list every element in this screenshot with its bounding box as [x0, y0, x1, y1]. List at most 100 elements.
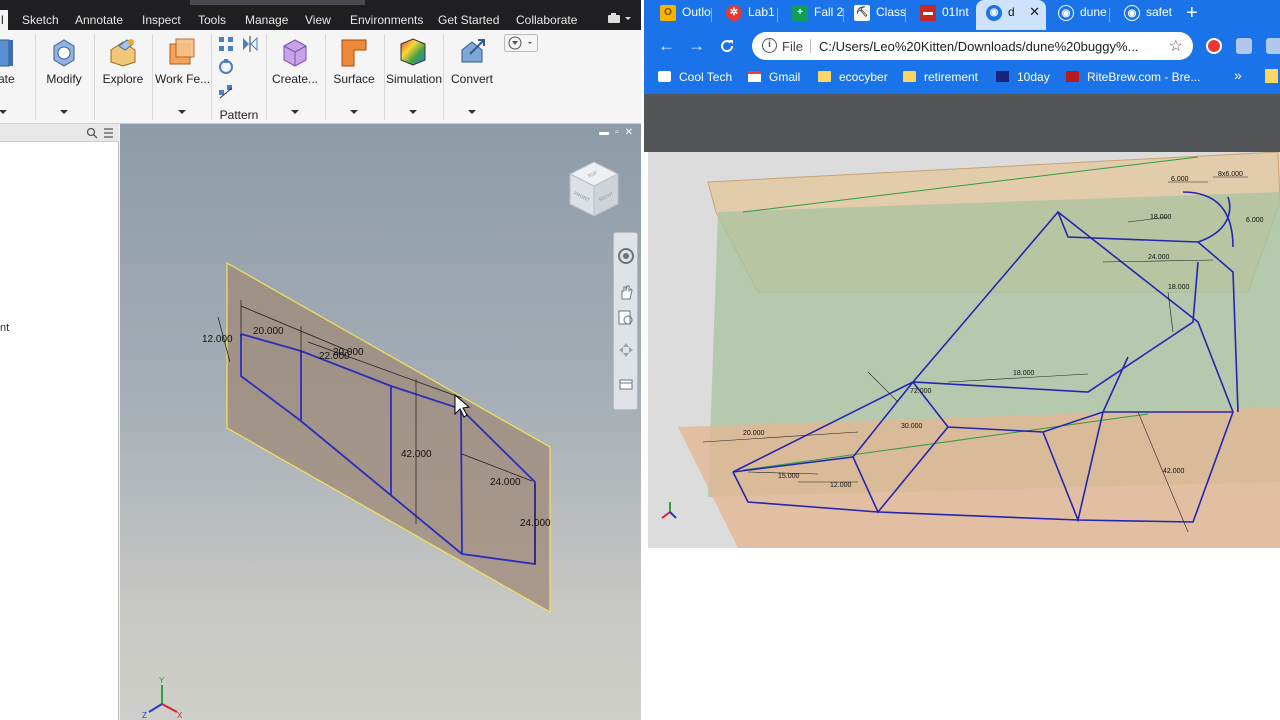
work-features-label: Work Fe...: [155, 72, 211, 86]
url-separator: [810, 39, 811, 53]
camera-icon[interactable]: [607, 12, 621, 24]
ribbon-separator: [35, 34, 36, 120]
browser-tab[interactable]: + Fall 2: [782, 0, 844, 30]
chevron-down-icon[interactable]: [409, 110, 417, 114]
graphics-viewport[interactable]: ▬▫✕ TOP FRONT RIGHT 20.000 12.000 22.000…: [120, 124, 641, 720]
modify-button[interactable]: Modify: [40, 30, 88, 124]
extension-icon[interactable]: [1206, 38, 1222, 54]
sketch-pattern-icon[interactable]: [217, 82, 235, 100]
convert-button[interactable]: Convert: [446, 30, 498, 124]
chevron-down-icon[interactable]: [60, 110, 68, 114]
sketch-canvas[interactable]: 20.000 12.000 22.000 20.000 42.000 24.00…: [120, 124, 641, 720]
bookmark-label: 10day: [1017, 70, 1050, 84]
sketch-dim[interactable]: 20.000: [333, 347, 364, 358]
chevron-down-icon[interactable]: [468, 110, 476, 114]
tab-tools[interactable]: Tools: [198, 13, 226, 27]
drawing-dim: 20.000: [743, 430, 765, 437]
extension-help-icon[interactable]: [1236, 38, 1252, 54]
dune-buggy-drawing[interactable]: 6.000 8x6.000 18.000 6.000 24.000 18.000…: [648, 152, 1280, 548]
circular-pattern-icon[interactable]: [217, 58, 235, 76]
create-extrude-button[interactable]: eate: [0, 30, 24, 124]
svg-text:Y: Y: [159, 676, 165, 685]
rectangular-pattern-icon[interactable]: [217, 35, 235, 53]
tab-favicon-icon: ◉: [986, 5, 1002, 21]
back-arrow-icon[interactable]: ←: [658, 36, 675, 56]
sketch-dim[interactable]: 42.000: [401, 449, 432, 460]
browser-tab[interactable]: ▬ 01Int: [910, 0, 972, 30]
tab-view[interactable]: View: [305, 13, 331, 27]
surface-button[interactable]: Surface: [328, 30, 380, 124]
bookmark-item[interactable]: ecocyber: [818, 70, 888, 84]
tab-favicon-icon: ▬: [920, 5, 936, 21]
drawing-dim: 12.000: [830, 482, 852, 489]
url-scheme: File: [782, 39, 803, 54]
other-bookmarks-folder-icon[interactable]: [1265, 69, 1278, 83]
menu-icon[interactable]: [103, 127, 114, 139]
tab-sketch[interactable]: Sketch: [22, 13, 59, 27]
sketch-dim[interactable]: 20.000: [253, 326, 284, 337]
close-tab-icon[interactable]: ✕: [1029, 4, 1040, 20]
mirror-icon[interactable]: [241, 35, 259, 53]
chevron-down-icon[interactable]: [291, 110, 299, 114]
forward-arrow-icon[interactable]: →: [688, 36, 705, 56]
simulation-button[interactable]: Simulation: [386, 30, 442, 124]
bookmark-star-icon[interactable]: ☆: [1169, 36, 1183, 56]
tab-collaborate[interactable]: Collaborate: [516, 13, 577, 27]
bookmarks-bar: Cool Tech Gmail ecocyber retirement 10da…: [644, 62, 1280, 94]
chevron-down-icon[interactable]: [178, 110, 186, 114]
url-text[interactable]: C:/Users/Leo%20Kitten/Downloads/dune%20b…: [819, 39, 1138, 54]
tab-environments[interactable]: Environments: [350, 13, 423, 27]
tab-favicon-icon: +: [792, 5, 808, 21]
browser-tab[interactable]: ◉ dune: [1048, 0, 1110, 30]
search-icon[interactable]: [86, 127, 98, 139]
tab-get-started[interactable]: Get Started: [438, 13, 499, 27]
browser-tab[interactable]: ◉ safet: [1114, 0, 1176, 30]
bookmark-item[interactable]: retirement: [903, 70, 978, 84]
tab-annotate[interactable]: Annotate: [75, 13, 123, 27]
drawing-dim: 8x6.000: [1218, 171, 1243, 178]
explore-button[interactable]: Explore: [99, 30, 147, 124]
chrome-window: O Outlo ✲ Lab1 + Fall 2 ⛏ Class ▬ 01Int …: [644, 0, 1280, 720]
new-tab-button[interactable]: +: [1186, 2, 1198, 25]
more-bookmarks-button[interactable]: »: [1234, 67, 1242, 83]
chevron-down-icon[interactable]: [350, 110, 358, 114]
model-browser-header: [0, 124, 119, 142]
browser-tab[interactable]: O Outlo: [650, 0, 712, 30]
bookmark-item[interactable]: 10day: [996, 70, 1050, 84]
sketch-dim[interactable]: 24.000: [520, 518, 551, 529]
browser-tab[interactable]: ⛏ Class: [844, 0, 906, 30]
reload-icon[interactable]: [719, 38, 735, 54]
tab-manage[interactable]: Manage: [245, 13, 288, 27]
tab-3d-model[interactable]: l: [1, 13, 4, 27]
browser-tab-active[interactable]: ◉ d ✕: [976, 0, 1046, 30]
info-icon[interactable]: i: [762, 38, 777, 53]
explore-label: Explore: [102, 72, 144, 86]
quick-access-dropdown-icon[interactable]: [504, 34, 538, 52]
drawing-dim: 18.000: [1168, 284, 1190, 291]
bookmark-item[interactable]: Gmail: [748, 70, 800, 84]
bookmark-item[interactable]: Cool Tech: [658, 70, 732, 84]
ribbon-options-icon[interactable]: [624, 12, 632, 24]
chevron-down-icon[interactable]: [0, 110, 7, 114]
address-bar[interactable]: i File C:/Users/Leo%20Kitten/Downloads/d…: [752, 32, 1193, 60]
browser-tree-item[interactable]: nt: [0, 322, 9, 334]
svg-text:X: X: [177, 711, 183, 720]
bookmark-item[interactable]: RiteBrew.com - Bre...: [1066, 70, 1200, 84]
browser-tab[interactable]: ✲ Lab1: [716, 0, 778, 30]
tab-inspect[interactable]: Inspect: [142, 13, 181, 27]
bookmark-label: RiteBrew.com - Bre...: [1087, 70, 1201, 84]
work-features-button[interactable]: Work Fe...: [155, 30, 211, 124]
extension-icon[interactable]: [1266, 38, 1280, 54]
cad-application: l Sketch Annotate Inspect Tools Manage V…: [0, 0, 641, 720]
ribbon-separator: [325, 34, 326, 120]
pdf-viewer[interactable]: 6.000 8x6.000 18.000 6.000 24.000 18.000…: [644, 94, 1280, 720]
modify-label: Modify: [46, 72, 82, 86]
sketch-dim[interactable]: 24.000: [490, 477, 521, 488]
coordinate-triad-icon: Y X Z: [142, 676, 183, 720]
explore-icon: [110, 39, 136, 67]
create-freeform-button[interactable]: Create...: [268, 30, 322, 124]
sketch-dim[interactable]: 12.000: [202, 334, 233, 345]
ribbon-separator: [266, 34, 267, 120]
freeform-box-icon: [283, 39, 307, 67]
surface-icon: [341, 39, 367, 67]
